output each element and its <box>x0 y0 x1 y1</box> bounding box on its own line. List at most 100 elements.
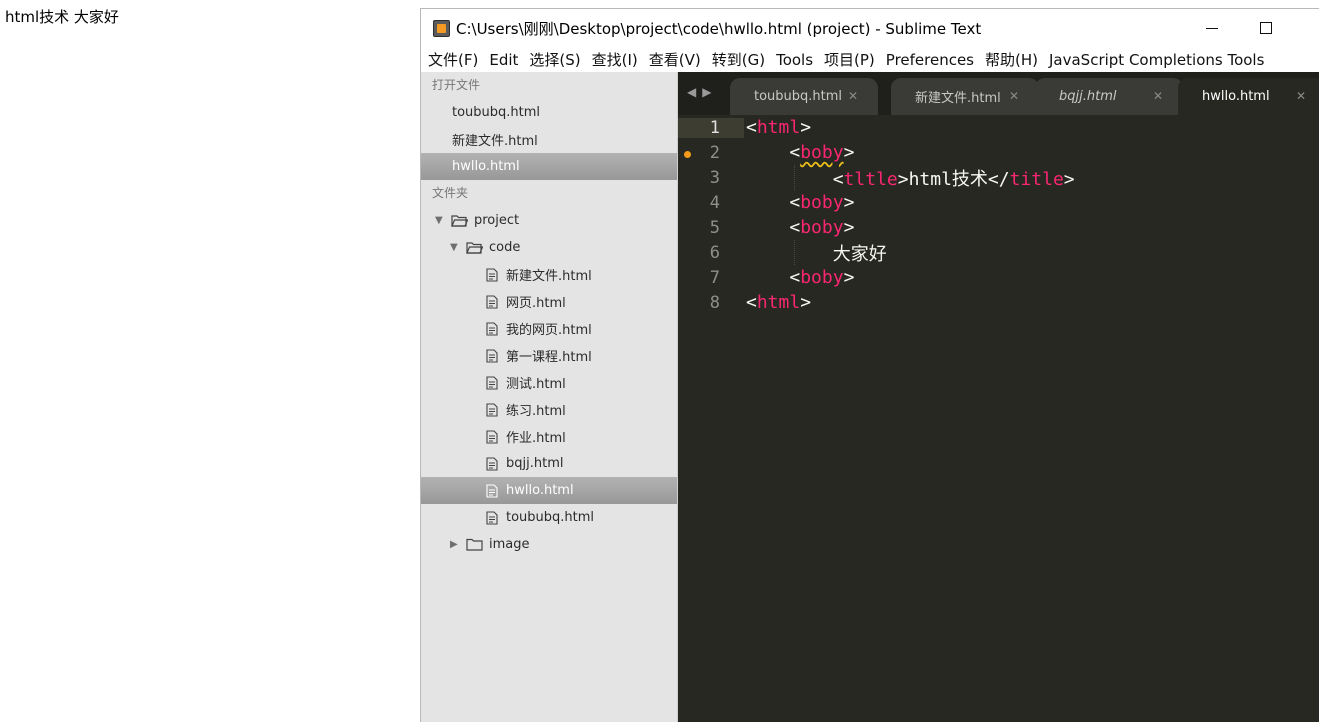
menu-find[interactable]: 查找(I) <box>587 49 643 70</box>
code-token-tag: html <box>756 292 801 313</box>
file-label: 我的网页.html <box>506 323 592 338</box>
line-number: 6 <box>709 242 720 263</box>
line-number: 3 <box>709 167 720 188</box>
line-number: 4 <box>709 192 720 213</box>
file-label: hwllo.html <box>506 483 574 498</box>
maximize-button[interactable] <box>1241 9 1291 47</box>
menu-project[interactable]: 项目(P) <box>819 49 880 70</box>
file-item[interactable]: bqjj.html <box>421 450 677 477</box>
file-icon <box>486 294 498 309</box>
open-file-label: toububq.html <box>452 105 541 120</box>
file-label: 作业.html <box>506 431 566 446</box>
file-item[interactable]: 第一课程.html <box>421 342 677 369</box>
code-token: > <box>843 267 855 288</box>
open-files-header: 打开文件 <box>432 78 481 92</box>
code-token-tag: boby <box>800 142 844 163</box>
indent-guide <box>794 165 795 190</box>
sublime-app-icon <box>433 19 450 37</box>
tab-new-file[interactable]: 新建文件.html ✕ <box>891 78 1039 115</box>
sidebar: 打开文件 toububq.html 新建文件.html hwllo.html 文… <box>421 72 678 722</box>
file-item[interactable]: 作业.html <box>421 423 677 450</box>
code-line: 6 大家好 <box>678 240 1319 265</box>
tab-hwllo-active[interactable]: hwllo.html ✕ <box>1178 78 1319 115</box>
file-label: 网页.html <box>506 296 566 311</box>
tab-close-icon[interactable]: ✕ <box>1153 89 1163 103</box>
code-token: < <box>832 168 844 190</box>
code-line: 5 <boby> <box>678 215 1319 240</box>
file-label: 新建文件.html <box>506 269 592 284</box>
sublime-window: C:\Users\刚刚\Desktop\project\code\hwllo.h… <box>420 8 1319 722</box>
code-token: < <box>789 217 801 238</box>
file-item[interactable]: 练习.html <box>421 396 677 423</box>
file-item-selected[interactable]: hwllo.html <box>421 477 677 504</box>
line-number: 2 <box>709 142 720 163</box>
code-token-tag: html <box>756 117 801 138</box>
folder-image[interactable]: ▶ image <box>421 531 677 558</box>
code-token: < <box>746 117 757 138</box>
code-token: > <box>843 217 855 238</box>
open-file-item[interactable]: 新建文件.html <box>421 126 677 153</box>
tab-bqjj[interactable]: bqjj.html ✕ <box>1035 78 1183 115</box>
menu-selection[interactable]: 选择(S) <box>524 49 585 70</box>
folder-code[interactable]: ▼ code <box>421 234 677 261</box>
open-file-item-selected[interactable]: hwllo.html <box>421 153 677 180</box>
tab-close-icon[interactable]: ✕ <box>1296 89 1306 103</box>
editor-pane: ◀ ▶ toububq.html ✕ 新建文件.html ✕ bqjj.html ✕ … <box>678 72 1319 722</box>
file-icon <box>486 375 498 390</box>
file-item[interactable]: 网页.html <box>421 288 677 315</box>
code-token: < <box>746 292 757 313</box>
tab-bar: ◀ ▶ toububq.html ✕ 新建文件.html ✕ bqjj.html ✕ … <box>678 72 1319 115</box>
open-file-label: hwllo.html <box>452 159 520 174</box>
folder-label: code <box>489 240 521 255</box>
file-item[interactable]: 测试.html <box>421 369 677 396</box>
minimize-icon <box>1206 27 1218 29</box>
file-icon <box>486 321 498 336</box>
tab-prev-icon[interactable]: ◀ <box>687 85 696 99</box>
menu-edit[interactable]: Edit <box>484 51 523 69</box>
collapse-arrow-icon[interactable]: ▶ <box>450 539 462 550</box>
code-line: 4 <boby> <box>678 190 1319 215</box>
file-icon <box>486 456 498 471</box>
open-file-item[interactable]: toububq.html <box>421 99 677 126</box>
line-number: 7 <box>709 267 720 288</box>
tab-next-icon[interactable]: ▶ <box>702 85 711 99</box>
tab-label: bqjj.html <box>1059 89 1117 104</box>
tab-label: hwllo.html <box>1202 89 1270 104</box>
tab-toububq[interactable]: toububq.html ✕ <box>730 78 878 115</box>
menu-preferences[interactable]: Preferences <box>881 51 979 69</box>
file-item[interactable]: toububq.html <box>421 504 677 531</box>
line-number: 1 <box>678 117 744 138</box>
code-line: 1 <html> <box>678 115 1319 140</box>
code-line: 2 <boby> <box>678 140 1319 165</box>
title-bar[interactable]: C:\Users\刚刚\Desktop\project\code\hwllo.h… <box>421 9 1319 47</box>
menu-file[interactable]: 文件(F) <box>423 49 483 70</box>
expand-arrow-icon[interactable]: ▼ <box>435 215 447 226</box>
code-token-text: >html技术</ <box>897 168 1010 190</box>
line-number: 5 <box>709 217 720 238</box>
tab-close-icon[interactable]: ✕ <box>1009 89 1019 103</box>
code-token-tag: boby <box>800 192 844 213</box>
open-file-label: 新建文件.html <box>452 134 538 149</box>
tab-nav: ◀ ▶ <box>687 85 711 99</box>
modified-dot-icon <box>684 150 691 158</box>
file-item[interactable]: 新建文件.html <box>421 261 677 288</box>
indent-guide <box>794 240 795 265</box>
file-icon <box>486 510 498 525</box>
file-label: 测试.html <box>506 377 566 392</box>
folder-project[interactable]: ▼ project <box>421 207 677 234</box>
tab-close-icon[interactable]: ✕ <box>848 89 858 103</box>
code-area[interactable]: 1 <html> 2 <boby> 3 <tltle>html技术</title… <box>678 115 1319 722</box>
tab-label: 新建文件.html <box>915 91 1001 106</box>
menu-view[interactable]: 查看(V) <box>644 49 706 70</box>
menu-tools[interactable]: Tools <box>771 51 818 69</box>
menu-js-completions-tools[interactable]: JavaScript Completions Tools <box>1044 51 1269 69</box>
code-line: 3 <tltle>html技术</title> <box>678 165 1319 190</box>
file-icon <box>486 402 498 417</box>
folder-open-icon <box>466 242 483 254</box>
menu-help[interactable]: 帮助(H) <box>980 49 1043 70</box>
expand-arrow-icon[interactable]: ▼ <box>450 242 462 253</box>
menu-goto[interactable]: 转到(G) <box>707 49 770 70</box>
code-line: 8 <html> <box>678 290 1319 315</box>
minimize-button[interactable] <box>1187 9 1237 47</box>
file-item[interactable]: 我的网页.html <box>421 315 677 342</box>
